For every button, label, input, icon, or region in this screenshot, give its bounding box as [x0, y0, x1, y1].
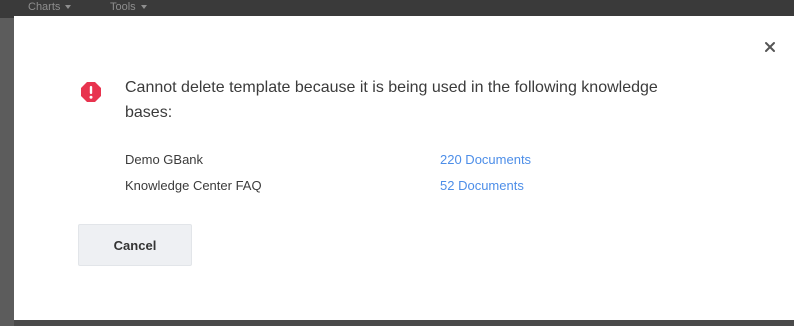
cancel-button[interactable]: Cancel [78, 224, 192, 266]
background-sidebar-edge [0, 18, 14, 326]
list-item: Knowledge Center FAQ 52 Documents [125, 172, 685, 198]
knowledge-base-list: Demo GBank 220 Documents Knowledge Cente… [125, 146, 685, 198]
close-icon [765, 42, 775, 52]
background-menu-tools: Tools [110, 1, 148, 13]
delete-template-dialog: Cannot delete template because it is bei… [14, 16, 794, 320]
knowledge-base-name: Demo GBank [125, 151, 204, 167]
close-button[interactable] [761, 38, 779, 56]
error-message: Cannot delete template because it is bei… [125, 79, 658, 121]
chevron-down-icon [65, 5, 72, 9]
alert-icon [80, 81, 102, 103]
background-menu-label: Tools [110, 1, 136, 13]
knowledge-base-name: Knowledge Center FAQ [125, 177, 262, 193]
background-menu-label: Charts [28, 1, 61, 13]
documents-link[interactable]: 52 Documents [440, 178, 524, 193]
list-item: Demo GBank 220 Documents [125, 146, 685, 172]
documents-link[interactable]: 220 Documents [440, 152, 531, 167]
chevron-down-icon [140, 5, 147, 9]
background-menu-charts: Charts [28, 1, 72, 13]
